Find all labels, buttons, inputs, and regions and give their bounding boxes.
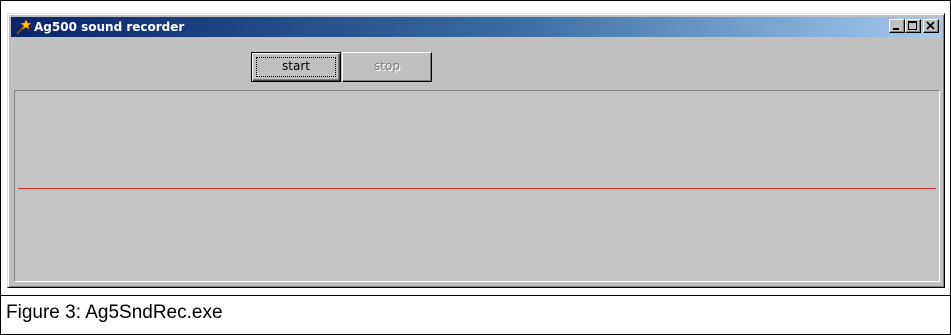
- caption-divider: [0, 295, 951, 296]
- window-controls: [889, 19, 939, 33]
- close-button[interactable]: [923, 19, 939, 33]
- minimize-icon: [893, 28, 899, 30]
- waveform-panel: [14, 90, 940, 282]
- figure-caption: Figure 3: Ag5SndRec.exe: [6, 302, 223, 323]
- minimize-button[interactable]: [889, 19, 905, 33]
- close-icon: [926, 21, 935, 30]
- title-bar[interactable]: Ag500 sound recorder: [11, 17, 941, 37]
- start-button-label: start: [282, 59, 310, 73]
- window-title: Ag500 sound recorder: [34, 20, 185, 34]
- wand-icon: [16, 19, 31, 35]
- maximize-button[interactable]: [905, 19, 921, 33]
- app-window: Ag500 sound recorder start stop: [7, 13, 945, 288]
- stop-button-label: stop: [374, 59, 400, 73]
- stop-button[interactable]: stop: [342, 52, 432, 82]
- start-button[interactable]: start: [251, 52, 341, 82]
- maximize-icon: [908, 21, 917, 30]
- waveform-line: [18, 188, 936, 189]
